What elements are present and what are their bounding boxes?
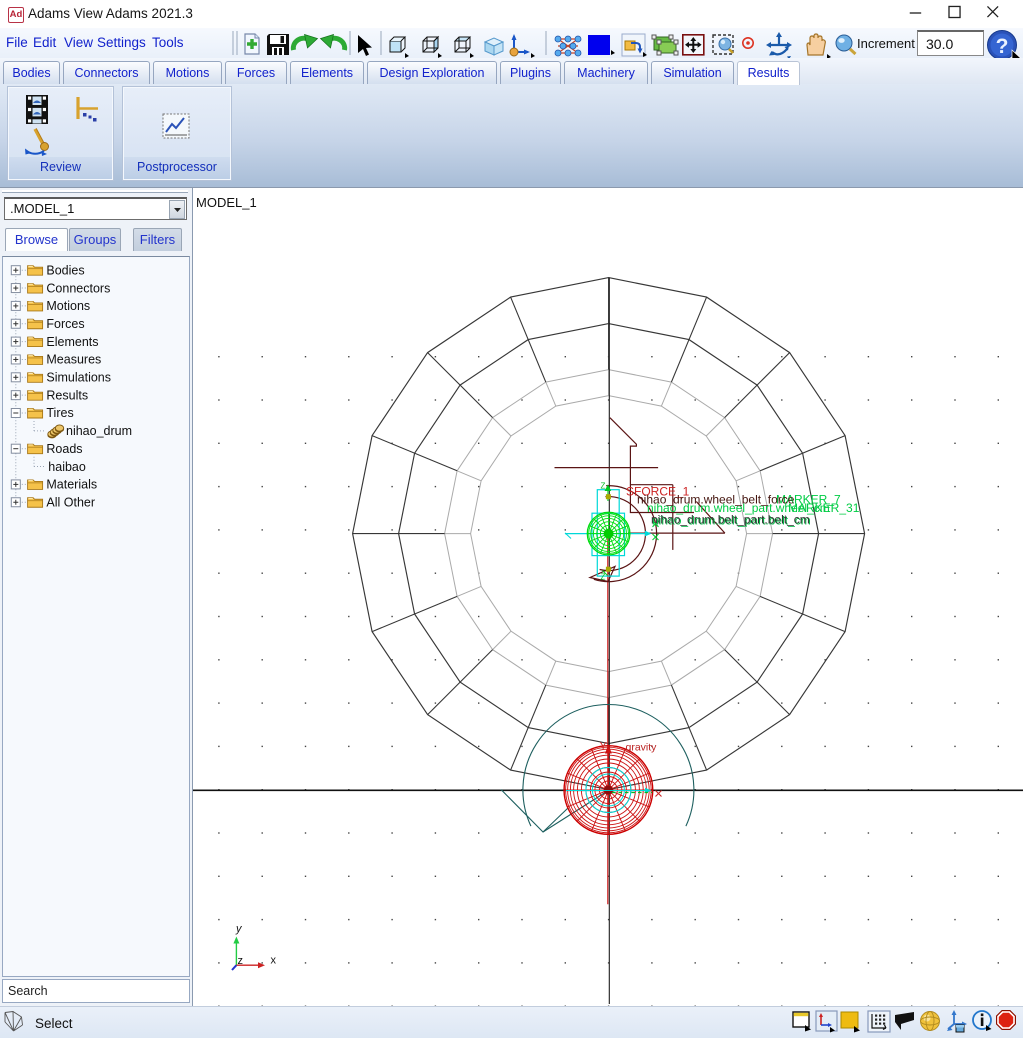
- svg-text:haibao: haibao: [48, 460, 86, 474]
- svg-text:?: ?: [996, 35, 1009, 58]
- svg-text:Z: Z: [601, 482, 606, 491]
- svg-text:nihao_drum.belt_part.belt_cm: nihao_drum.belt_part.belt_cm: [651, 513, 810, 527]
- svg-text:Tires: Tires: [46, 406, 73, 420]
- svg-text:Results: Results: [46, 388, 88, 402]
- svg-text:Materials: Materials: [46, 478, 97, 492]
- svg-text:Motions: Motions: [46, 299, 90, 313]
- svg-text:y: y: [235, 923, 243, 935]
- svg-text:Roads: Roads: [46, 442, 82, 456]
- svg-text:Connectors: Connectors: [46, 281, 110, 295]
- svg-text:Measures: Measures: [46, 353, 101, 367]
- svg-text:nihao_drum: nihao_drum: [66, 424, 132, 438]
- svg-text:Bodies: Bodies: [46, 263, 84, 277]
- svg-text:Z: Z: [601, 573, 606, 582]
- svg-text:Forces: Forces: [46, 317, 84, 331]
- svg-text:All Other: All Other: [46, 495, 95, 509]
- svg-text:Elements: Elements: [46, 335, 98, 349]
- svg-text:gravity: gravity: [626, 742, 658, 754]
- svg-text:z: z: [238, 955, 244, 967]
- svg-text:nihao_drum.wheel_belt_force: nihao_drum.wheel_belt_force: [637, 493, 795, 507]
- svg-text:MODEL_1: MODEL_1: [196, 195, 257, 210]
- svg-text:x: x: [271, 955, 277, 967]
- svg-text:Select: Select: [35, 1016, 73, 1031]
- svg-text:Increment: Increment: [857, 36, 915, 51]
- svg-text:Simulations: Simulations: [46, 371, 111, 385]
- svg-text:Y: Y: [600, 741, 608, 753]
